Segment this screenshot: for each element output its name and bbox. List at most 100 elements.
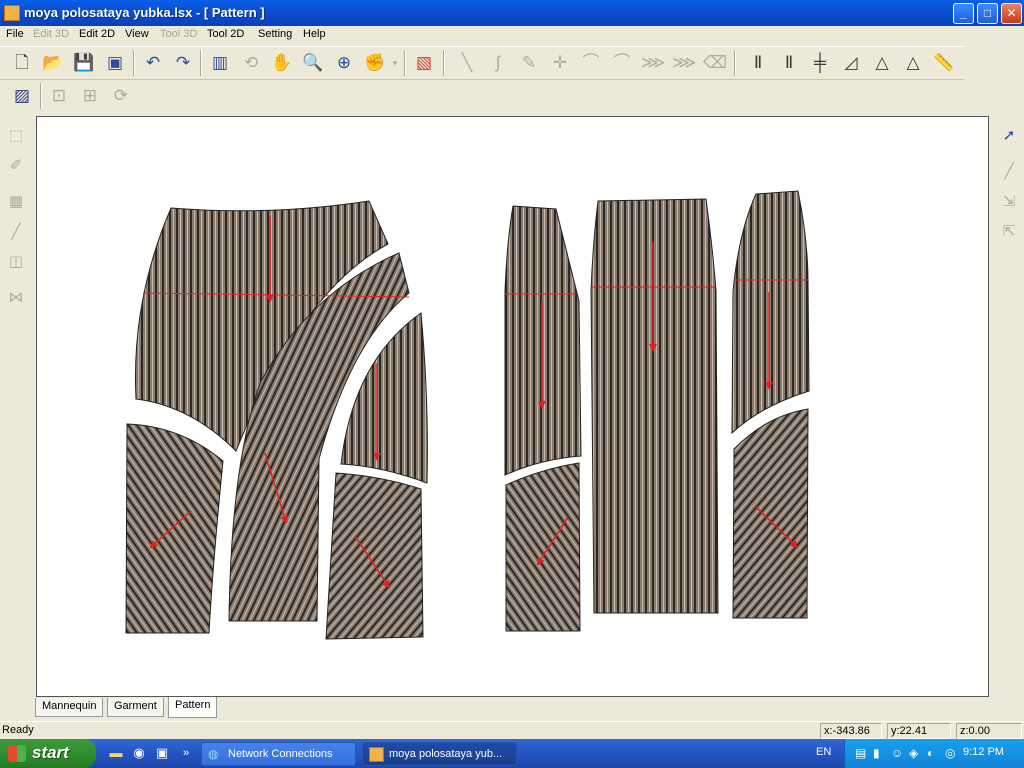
panel-icon[interactable]: ▥ xyxy=(208,51,232,75)
draw-line-icon[interactable]: ╱ xyxy=(997,160,1021,184)
layer-icon[interactable]: ◫ xyxy=(4,250,28,274)
ruler-icon[interactable]: 📏 xyxy=(932,51,956,75)
minimize-button[interactable]: _ xyxy=(953,3,974,24)
explorer-quicklaunch-icon[interactable]: ◉ xyxy=(131,745,147,761)
tab-garment[interactable]: Garment xyxy=(107,698,164,717)
save-as-icon[interactable]: ▣ xyxy=(103,51,127,75)
seam-allowance-icon[interactable]: Ⅱ xyxy=(746,51,770,75)
knife-icon[interactable]: ╱ xyxy=(4,220,28,244)
open-folder-icon[interactable]: 📂 xyxy=(41,51,65,75)
pattern-piece-back-right-top xyxy=(731,190,810,435)
menu-file[interactable]: File xyxy=(6,28,24,40)
eraser-icon[interactable]: ⌫ xyxy=(703,51,727,75)
taskbar-item-label: moya polosataya yub... xyxy=(389,748,503,760)
coord-y: y:22.41 xyxy=(887,723,951,739)
menu-setting[interactable]: Setting xyxy=(258,28,292,40)
menu-edit-2d[interactable]: Edit 2D xyxy=(79,28,115,40)
bezier-icon[interactable]: ⌒ xyxy=(610,51,634,75)
pattern-piece-back-left-top xyxy=(504,205,582,476)
map-icon[interactable]: ▧ xyxy=(412,51,436,75)
zoom-icon[interactable]: 🔍 xyxy=(301,51,325,75)
select-piece-icon[interactable]: ⬚ xyxy=(4,124,28,148)
pattern-piece-back-right-bottom xyxy=(732,408,809,619)
point-tool-icon[interactable]: ✛ xyxy=(548,51,572,75)
secondary-toolbar: ▨ ⊡ ⊞ ⟳ xyxy=(0,81,142,111)
maximize-button[interactable]: □ xyxy=(977,3,998,24)
save-icon[interactable]: 💾 xyxy=(72,51,96,75)
pen-icon[interactable]: ✐ xyxy=(4,154,28,178)
app-taskbar-icon xyxy=(369,747,384,762)
pattern-drawing xyxy=(125,190,810,640)
clock: 9:12 PM xyxy=(963,746,1004,758)
taskbar-active-window[interactable]: moya polosataya yub... xyxy=(362,742,517,766)
transform-icon[interactable]: ⊞ xyxy=(78,84,102,108)
pattern-piece-back-center xyxy=(590,198,719,614)
language-indicator[interactable]: EN xyxy=(816,746,831,758)
status-text: Ready xyxy=(2,724,34,736)
close-button[interactable]: ✕ xyxy=(1001,3,1022,24)
grab-icon[interactable]: ✊ xyxy=(363,51,387,75)
view-tabs: Mannequin Garment Pattern xyxy=(33,697,453,719)
menu-help[interactable]: Help xyxy=(303,28,326,40)
zoom-fit-icon[interactable]: ⊕ xyxy=(332,51,356,75)
scale-x-icon[interactable]: ⇲ xyxy=(997,190,1021,214)
rotate-icon[interactable]: ⟲ xyxy=(239,51,263,75)
start-label: start xyxy=(32,743,69,762)
folder-quicklaunch-icon[interactable]: ▬ xyxy=(108,745,124,761)
update-tray-icon[interactable]: ◎ xyxy=(945,746,955,760)
signal-tray-icon[interactable]: ▮ xyxy=(873,746,880,760)
notch-icon[interactable]: ╪ xyxy=(808,51,832,75)
menu-tool-2d[interactable]: Tool 2D xyxy=(207,28,244,40)
app-icon[interactable] xyxy=(4,5,20,21)
taskbar-network-connections[interactable]: ◍ Network Connections xyxy=(201,742,356,766)
mirror-copy-icon[interactable]: ⋙ xyxy=(672,51,696,75)
status-bar: Ready x:-343.86 y:22.41 z:0.00 xyxy=(0,721,1024,739)
seam-line-icon[interactable]: Ⅱ xyxy=(777,51,801,75)
title-bar: moya polosataya yubka.lsx - [ Pattern ] … xyxy=(0,0,1024,26)
reset-icon[interactable]: ⟳ xyxy=(109,84,133,108)
bezier-add-icon[interactable]: ⌒ xyxy=(579,51,603,75)
user-tray-icon[interactable]: ☺ xyxy=(891,746,903,760)
mirror-icon[interactable]: ⋙ xyxy=(641,51,665,75)
scale-y-icon[interactable]: ⇱ xyxy=(997,220,1021,244)
coord-z: z:0.00 xyxy=(956,723,1022,739)
grading-icon[interactable]: ◿ xyxy=(839,51,863,75)
media-quicklaunch-icon[interactable]: ▣ xyxy=(154,745,170,761)
tab-mannequin[interactable]: Mannequin xyxy=(35,698,104,717)
triangle-rotate-icon[interactable]: △ xyxy=(870,51,894,75)
texture-icon[interactable]: ▦ xyxy=(4,190,28,214)
menu-bar: File Edit 3D Edit 2D View Tool 3D Tool 2… xyxy=(0,26,1024,45)
new-file-icon[interactable]: 🗋 xyxy=(10,51,34,75)
menu-tool-3d[interactable]: Tool 3D xyxy=(160,28,197,40)
menu-view[interactable]: View xyxy=(125,28,149,40)
left-tool-strip: ⬚ ✐ ▦ ╱ ◫ ⋈ xyxy=(0,118,32,698)
security-tray-icon[interactable]: ◈ xyxy=(909,746,918,760)
start-button[interactable]: start xyxy=(0,739,96,768)
magnify-select-icon[interactable]: ⊡ xyxy=(47,84,71,108)
pencil-icon[interactable]: ✎ xyxy=(517,51,541,75)
coord-x: x:-343.86 xyxy=(820,723,882,739)
pattern-piece-front-left-bottom xyxy=(125,423,224,634)
network-icon: ◍ xyxy=(208,747,219,761)
fold-line-icon[interactable]: ⋈ xyxy=(4,286,28,310)
quicklaunch-more-icon[interactable]: » xyxy=(178,745,194,761)
dropdown-arrow-icon[interactable]: ▾ xyxy=(389,51,401,75)
redo-icon[interactable]: ↷ xyxy=(171,51,195,75)
line-tool-icon[interactable]: ╲ xyxy=(455,51,479,75)
hatch-pattern-icon[interactable]: ▨ xyxy=(10,84,34,108)
taskbar: start ▬ ◉ ▣ » ◍ Network Connections moya… xyxy=(0,739,1024,768)
triangle-flip-icon[interactable]: △ xyxy=(901,51,925,75)
pattern-canvas[interactable] xyxy=(36,116,989,697)
pattern-piece-back-left-bottom xyxy=(505,462,581,632)
undo-icon[interactable]: ↶ xyxy=(141,51,165,75)
network-tray-icon[interactable]: ▤ xyxy=(855,746,866,760)
arrow-pointer-icon[interactable]: ➚ xyxy=(997,124,1021,148)
taskbar-item-label: Network Connections xyxy=(228,748,333,760)
pan-hand-icon[interactable]: ✋ xyxy=(270,51,294,75)
tab-pattern[interactable]: Pattern xyxy=(168,697,218,718)
right-tool-strip: ➚ ╱ ⇲ ⇱ xyxy=(994,118,1024,698)
menu-edit-3d[interactable]: Edit 3D xyxy=(33,28,69,40)
antivirus-tray-icon[interactable]: ◐ xyxy=(927,746,934,760)
curve-tool-icon[interactable]: ∫ xyxy=(486,51,510,75)
pattern-piece-side-bottom xyxy=(325,472,424,640)
